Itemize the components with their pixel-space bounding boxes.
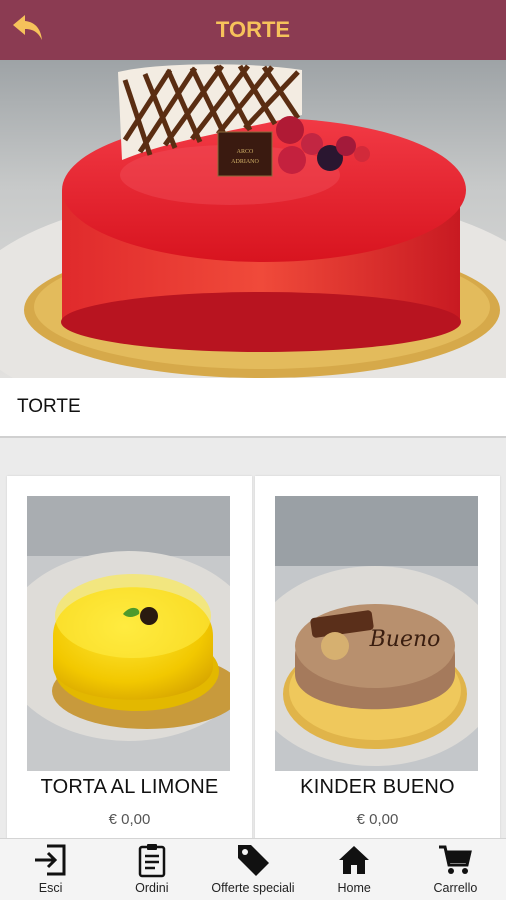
category-header: TORTE	[0, 378, 506, 438]
product-name: KINDER BUENO	[300, 776, 455, 798]
product-card-torta-al-limone[interactable]: TORTA AL LIMONE € 0,00	[7, 476, 252, 856]
bottom-nav: Esci Ordini Offerte speciali Home Carrel…	[0, 838, 506, 900]
product-name: TORTA AL LIMONE	[40, 776, 219, 798]
tag-icon	[202, 842, 303, 878]
category-label: TORTE	[17, 396, 81, 417]
hero-cake-image: ARCO ADRIANO	[0, 60, 506, 378]
home-icon	[304, 842, 405, 878]
svg-text:ARCO: ARCO	[237, 149, 254, 155]
nav-item-carrello[interactable]: Carrello	[405, 839, 506, 900]
nav-label: Ordini	[135, 881, 169, 895]
nav-label: Home	[337, 881, 371, 895]
nav-label: Esci	[38, 881, 63, 895]
nav-item-home[interactable]: Home	[304, 839, 405, 900]
product-price: € 0,00	[108, 811, 151, 828]
nav-item-esci[interactable]: Esci	[0, 839, 101, 900]
app-screen: TORTE ARCO ADRIANO TORTE TORTA AL LIMONE…	[0, 0, 506, 900]
product-card-kinder-bueno[interactable]: Bueno KINDER BUENO € 0,00	[255, 476, 500, 856]
kinder-bueno-cake-photo: Bueno	[275, 496, 478, 771]
top-bar: TORTE	[0, 0, 506, 60]
cake-script-text: Bueno	[369, 627, 441, 652]
nav-item-ordini[interactable]: Ordini	[101, 839, 202, 900]
page-title: TORTE	[215, 17, 291, 42]
lemon-cake-photo	[27, 496, 230, 771]
svg-text:ADRIANO: ADRIANO	[231, 159, 259, 165]
nav-label: Carrello	[433, 881, 478, 895]
nav-label: Offerte speciali	[211, 881, 295, 895]
product-price: € 0,00	[356, 811, 399, 828]
cart-icon	[405, 842, 506, 878]
exit-icon	[0, 842, 101, 878]
nav-item-offerte-speciali[interactable]: Offerte speciali	[202, 839, 303, 900]
clipboard-icon	[101, 842, 202, 878]
